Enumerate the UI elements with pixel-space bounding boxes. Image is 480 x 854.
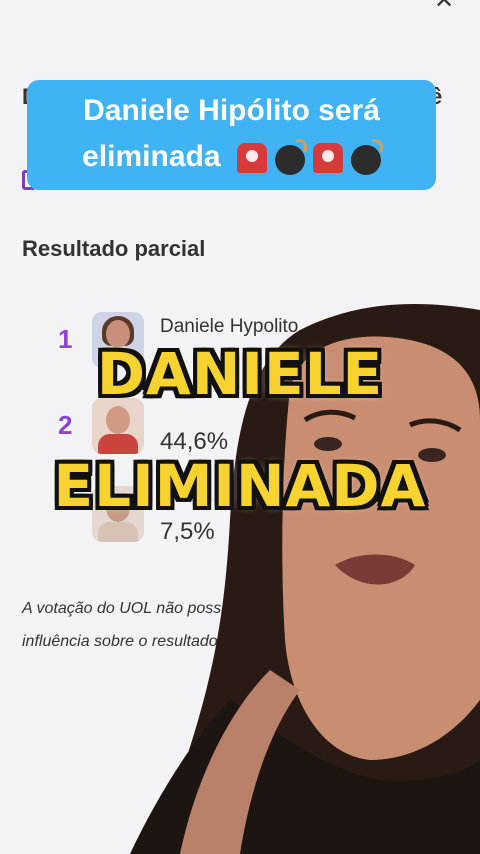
emoji-row bbox=[236, 139, 383, 176]
candidate-percent: 7,5% bbox=[160, 518, 215, 545]
section-title: Resultado parcial bbox=[22, 236, 206, 261]
candidate-name: Daniele Hypolito bbox=[160, 316, 299, 337]
caption-line: eliminada bbox=[41, 134, 422, 180]
bomb-icon bbox=[274, 139, 307, 176]
brow-right bbox=[408, 418, 462, 433]
mouth bbox=[335, 554, 415, 585]
close-button[interactable]: ✕ bbox=[430, 0, 458, 13]
disclaimer-line: influência sobre o resultado bbox=[22, 633, 218, 650]
disclaimer-line: A votação do UOL não poss bbox=[22, 600, 222, 617]
brow-left bbox=[303, 409, 357, 423]
headline-line-2: ELIMINADA bbox=[53, 452, 427, 520]
bomb-icon bbox=[350, 139, 383, 176]
rank-2: 2 bbox=[58, 410, 73, 440]
siren-icon bbox=[312, 143, 343, 174]
neck-and-top bbox=[130, 700, 480, 854]
shoulder bbox=[180, 670, 300, 854]
eye-left bbox=[314, 437, 342, 451]
siren-icon bbox=[236, 143, 267, 174]
caption-banner: Daniele Hipólito será eliminada bbox=[27, 80, 436, 190]
headline-line-1: DANIELE bbox=[96, 340, 384, 408]
caption-line-text: eliminada bbox=[82, 140, 221, 173]
caption-line: Daniele Hipólito será bbox=[83, 94, 380, 127]
disclaimer: A votação do UOL não poss influência sob… bbox=[22, 592, 262, 658]
